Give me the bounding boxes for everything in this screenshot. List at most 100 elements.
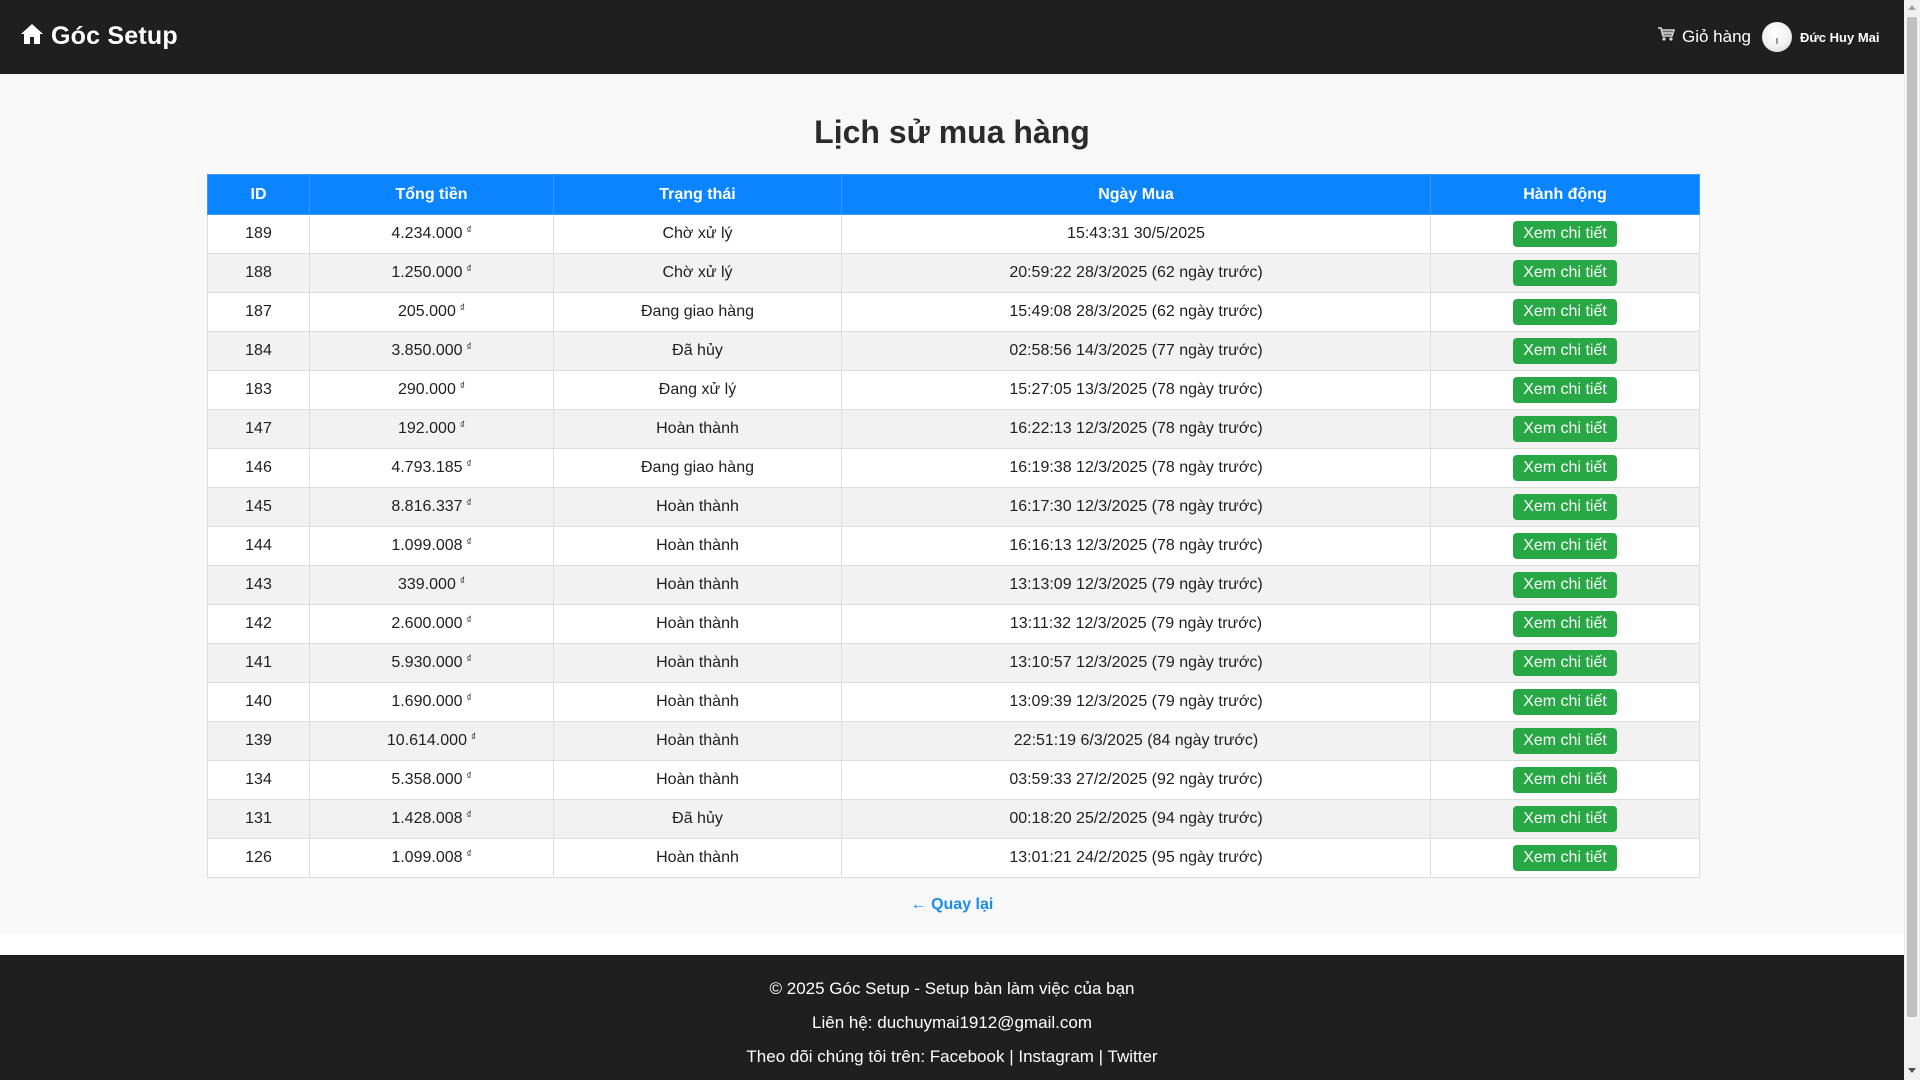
view-details-button[interactable]: Xem chi tiết (1513, 455, 1617, 481)
order-action-cell: Xem chi tiết (1430, 760, 1700, 800)
twitter-link[interactable]: Twitter (1108, 1047, 1158, 1066)
scrollbar-thumb[interactable] (1907, 17, 1917, 1017)
order-id: 134 (207, 760, 310, 800)
brand-link[interactable]: Góc Setup (20, 22, 178, 51)
order-total-amount: 1.099.008 (391, 537, 463, 554)
facebook-link[interactable]: Facebook (930, 1047, 1005, 1066)
order-total-amount: 4.793.185 (391, 459, 463, 476)
order-id: 139 (207, 721, 310, 761)
view-details-button[interactable]: Xem chi tiết (1513, 416, 1617, 442)
view-details-button[interactable]: Xem chi tiết (1513, 494, 1617, 520)
order-date: 16:19:38 12/3/2025 (78 ngày trước) (841, 448, 1431, 488)
order-action-cell: Xem chi tiết (1430, 721, 1700, 761)
order-status: Hoàn thành (553, 838, 842, 878)
order-date: 15:27:05 13/3/2025 (78 ngày trước) (841, 370, 1431, 410)
footer-separator: | (1098, 1047, 1104, 1066)
view-details-button[interactable]: Xem chi tiết (1513, 260, 1617, 286)
order-date: 02:58:56 14/3/2025 (77 ngày trước) (841, 331, 1431, 371)
scroll-up-arrow-icon[interactable] (1908, 5, 1916, 10)
view-details-button[interactable]: Xem chi tiết (1513, 572, 1617, 598)
currency-symbol: ₫ (470, 732, 477, 743)
footer-follow-label: Theo dõi chúng tôi trên: (746, 1047, 926, 1066)
table-row: 184 3.850.000 ₫ Đã hủy 02:58:56 14/3/2025 (7… (207, 331, 1700, 371)
back-link[interactable]: ← Quay lại (0, 896, 1904, 914)
table-row: 147 192.000 ₫ Hoàn thành 16:22:13 12/3/2025 … (207, 409, 1700, 449)
order-id: 146 (207, 448, 310, 488)
top-navbar: Góc Setup Giỏ hàng Đức Huy Mai (0, 0, 1904, 74)
order-total-amount: 10.614.000 (386, 732, 467, 749)
order-id: 188 (207, 253, 310, 293)
cart-link[interactable]: Giỏ hàng (1657, 26, 1751, 47)
view-details-button[interactable]: Xem chi tiết (1513, 377, 1617, 403)
user-menu[interactable]: Đức Huy Mai (1762, 22, 1880, 52)
currency-symbol: ₫ (459, 420, 465, 431)
currency-symbol: ₫ (459, 303, 465, 314)
order-date: 13:13:09 12/3/2025 (79 ngày trước) (841, 565, 1431, 605)
order-date: 00:18:20 25/2/2025 (94 ngày trước) (841, 799, 1431, 839)
view-details-button[interactable]: Xem chi tiết (1513, 533, 1617, 559)
view-details-button[interactable]: Xem chi tiết (1513, 221, 1617, 247)
order-total: 5.358.000 ₫ (309, 760, 554, 800)
order-total: 1.099.008 ₫ (309, 838, 554, 878)
order-status: Chờ xử lý (553, 214, 842, 254)
view-details-button[interactable]: Xem chi tiết (1513, 611, 1617, 637)
currency-symbol: ₫ (466, 342, 472, 353)
order-status: Hoàn thành (553, 760, 842, 800)
order-action-cell: Xem chi tiết (1430, 799, 1700, 839)
currency-symbol: ₫ (466, 459, 472, 470)
home-icon (20, 22, 44, 51)
order-id: 184 (207, 331, 310, 371)
order-date: 16:16:13 12/3/2025 (78 ngày trước) (841, 526, 1431, 566)
order-status: Đang xử lý (553, 370, 842, 410)
view-details-button[interactable]: Xem chi tiết (1513, 806, 1617, 832)
order-total-amount: 290.000 (398, 381, 456, 398)
table-row: 144 1.099.008 ₫ Hoàn thành 16:16:13 12/3/202… (207, 526, 1700, 566)
view-details-button[interactable]: Xem chi tiết (1513, 299, 1617, 325)
view-details-button[interactable]: Xem chi tiết (1513, 728, 1617, 754)
scroll-down-arrow-icon[interactable] (1908, 1068, 1916, 1073)
order-status: Hoàn thành (553, 682, 842, 722)
order-id: 147 (207, 409, 310, 449)
order-id: 145 (207, 487, 310, 527)
table-row: 187 205.000 ₫ Đang giao hàng 15:49:08 28/3/2… (207, 292, 1700, 332)
order-total-amount: 2.600.000 (391, 615, 463, 632)
cart-label: Giỏ hàng (1682, 26, 1751, 46)
order-action-cell: Xem chi tiết (1430, 292, 1700, 332)
order-action-cell: Xem chi tiết (1430, 604, 1700, 644)
order-total: 290.000 ₫ (309, 370, 554, 410)
order-id: 143 (207, 565, 310, 605)
vertical-scrollbar[interactable] (1904, 0, 1920, 1080)
column-header-total: Tổng tiền (309, 174, 554, 215)
order-total: 192.000 ₫ (309, 409, 554, 449)
order-total-amount: 3.850.000 (391, 342, 463, 359)
view-details-button[interactable]: Xem chi tiết (1513, 689, 1617, 715)
order-total: 5.930.000 ₫ (309, 643, 554, 683)
view-details-button[interactable]: Xem chi tiết (1513, 338, 1617, 364)
order-status: Đã hủy (553, 799, 842, 839)
order-id: 183 (207, 370, 310, 410)
footer-spacer (0, 934, 1904, 955)
order-date: 16:17:30 12/3/2025 (78 ngày trước) (841, 487, 1431, 527)
order-date: 15:43:31 30/5/2025 (841, 214, 1431, 254)
brand-name: Góc Setup (51, 22, 178, 50)
order-status: Hoàn thành (553, 487, 842, 527)
table-row: 140 1.690.000 ₫ Hoàn thành 13:09:39 12/3/202… (207, 682, 1700, 722)
order-total-amount: 1.099.008 (391, 849, 463, 866)
order-action-cell: Xem chi tiết (1430, 838, 1700, 878)
table-row: 139 10.614.000 ₫ Hoàn thành 22:51:19 6/3/202… (207, 721, 1700, 761)
order-total-amount: 339.000 (398, 576, 456, 593)
order-total-amount: 1.690.000 (391, 693, 463, 710)
instagram-link[interactable]: Instagram (1018, 1047, 1094, 1066)
view-details-button[interactable]: Xem chi tiết (1513, 650, 1617, 676)
view-details-button[interactable]: Xem chi tiết (1513, 845, 1617, 871)
order-date: 13:09:39 12/3/2025 (79 ngày trước) (841, 682, 1431, 722)
order-status: Hoàn thành (553, 721, 842, 761)
currency-symbol: ₫ (466, 810, 472, 821)
order-id: 131 (207, 799, 310, 839)
order-action-cell: Xem chi tiết (1430, 643, 1700, 683)
order-total: 1.428.008 ₫ (309, 799, 554, 839)
order-total: 8.816.337 ₫ (309, 487, 554, 527)
order-date: 20:59:22 28/3/2025 (62 ngày trước) (841, 253, 1431, 293)
view-details-button[interactable]: Xem chi tiết (1513, 767, 1617, 793)
order-id: 189 (207, 214, 310, 254)
